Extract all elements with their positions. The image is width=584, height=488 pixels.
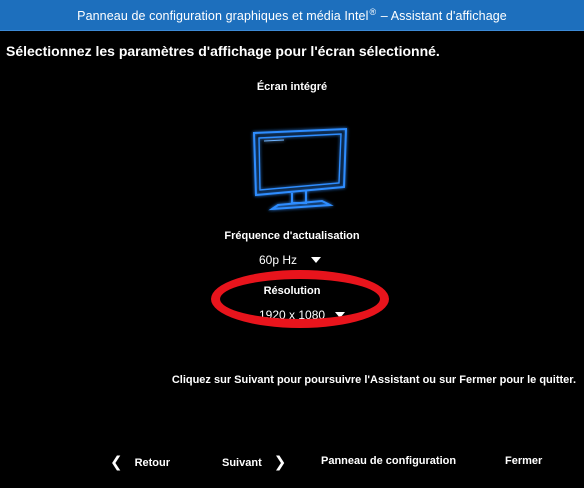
refresh-rate-dropdown[interactable]: 60p Hz — [259, 253, 322, 267]
title-separator: – — [377, 9, 391, 24]
window-title: Panneau de configuration graphiques et m… — [77, 7, 507, 23]
control-panel-button[interactable]: Panneau de configuration — [321, 455, 456, 467]
window-title-section: Assistant d'affichage — [390, 9, 507, 24]
next-button-label: Suivant — [222, 456, 262, 469]
chevron-left-icon: ❮ — [110, 454, 123, 471]
page-heading: Sélectionnez les paramètres d'affichage … — [6, 43, 440, 59]
back-button-label: Retour — [134, 456, 171, 469]
refresh-rate-value: 60p Hz — [259, 253, 298, 267]
next-button[interactable]: Suivant ❯ — [222, 455, 286, 470]
instruction-text: Cliquez sur Suivant pour poursuivre l'As… — [171, 374, 576, 386]
window-titlebar: Panneau de configuration graphiques et m… — [0, 0, 584, 31]
back-button[interactable]: ❮ Retour — [110, 455, 170, 470]
control-panel-button-label: Panneau de configuration — [321, 455, 457, 467]
display-name-label: Écran intégré — [256, 81, 328, 93]
refresh-rate-label: Fréquence d'actualisation — [224, 230, 360, 242]
close-button-label: Fermer — [505, 455, 543, 467]
resolution-dropdown[interactable]: 1920 x 1080 — [259, 308, 346, 322]
window-title-main: Panneau de configuration graphiques et m… — [77, 9, 369, 24]
chevron-down-icon — [335, 312, 346, 318]
resolution-label: Résolution — [263, 285, 321, 297]
chevron-down-icon — [311, 257, 322, 263]
registered-mark: ® — [369, 6, 377, 17]
close-button[interactable]: Fermer — [505, 455, 542, 467]
chevron-right-icon: ❯ — [273, 454, 287, 471]
footer-buttons: ❮ Retour Suivant ❯ Panneau de configurat… — [0, 455, 584, 475]
monitor-icon[interactable] — [244, 125, 352, 213]
resolution-value: 1920 x 1080 — [259, 308, 326, 322]
